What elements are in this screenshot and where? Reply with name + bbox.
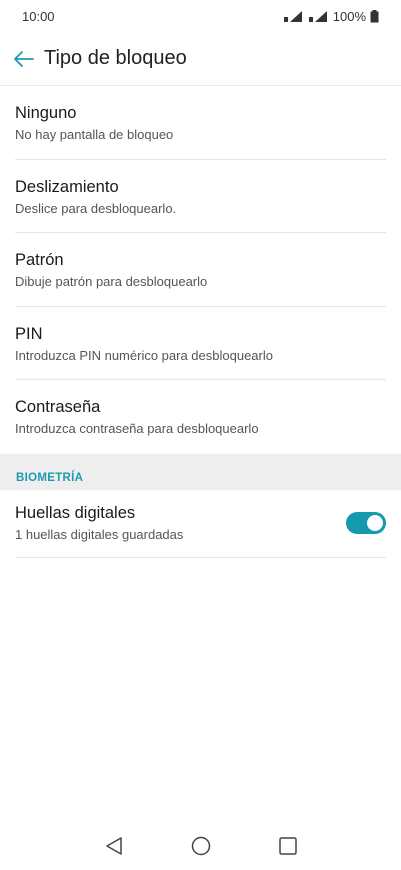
fingerprint-text: Huellas digitales 1 huellas digitales gu… [15, 503, 183, 543]
option-subtitle: Deslice para desbloquearlo. [15, 200, 177, 216]
navigation-bar [0, 822, 401, 870]
back-button[interactable] [4, 39, 44, 79]
option-subtitle: Dibuje patrón para desbloquearlo [15, 274, 208, 289]
option-none[interactable]: Ninguno No hay pantalla de bloqueo [15, 86, 386, 160]
page-title: Tipo de bloqueo [44, 47, 187, 69]
nav-back-button[interactable] [97, 829, 131, 863]
option-title: Contraseña [15, 398, 101, 416]
option-password[interactable]: Contraseña Introduzca contraseña para de… [15, 380, 386, 454]
option-subtitle: Introduzca PIN numérico para desbloquear… [15, 347, 273, 363]
nav-recents-button[interactable] [271, 829, 305, 863]
option-subtitle: Introduzca contraseña para desbloquearlo [15, 421, 259, 436]
fingerprint-item[interactable]: Huellas digitales 1 huellas digitales gu… [15, 490, 386, 558]
square-recents-icon [278, 837, 297, 855]
status-bar: 10:00 100% [0, 0, 401, 32]
option-pattern[interactable]: Patrón Dibuje patrón para desbloquearlo [15, 233, 386, 307]
fingerprint-title: Huellas digitales [15, 504, 136, 522]
signal-icon-2 [308, 10, 327, 22]
circle-home-icon [191, 836, 210, 856]
option-title: Patrón [15, 251, 64, 269]
status-time: 10:00 [22, 8, 55, 24]
option-pin[interactable]: PIN Introduzca PIN numérico para desbloq… [15, 307, 386, 380]
fingerprint-subtitle: 1 huellas digitales guardadas [15, 527, 184, 542]
arrow-left-icon [14, 50, 34, 67]
option-title: Ninguno [15, 104, 77, 122]
app-bar: Tipo de bloqueo [0, 32, 401, 86]
option-title: PIN [15, 324, 43, 343]
battery-icon [370, 9, 379, 22]
triangle-back-icon [105, 837, 122, 855]
section-header-biometrics: BIOMETRÍA [0, 453, 401, 490]
signal-icon [283, 10, 302, 22]
option-swipe[interactable]: Deslizamiento Deslice para desbloquearlo… [15, 160, 386, 233]
option-subtitle: No hay pantalla de bloqueo [15, 127, 174, 142]
fingerprint-toggle[interactable] [346, 512, 386, 534]
toggle-knob [367, 515, 383, 531]
battery-percent: 100% [332, 8, 366, 24]
status-icons: 100% [283, 9, 379, 24]
nav-home-button[interactable] [184, 829, 218, 863]
lock-type-list: Ninguno No hay pantalla de bloqueo Desli… [0, 86, 401, 558]
option-title: Deslizamiento [15, 177, 119, 196]
